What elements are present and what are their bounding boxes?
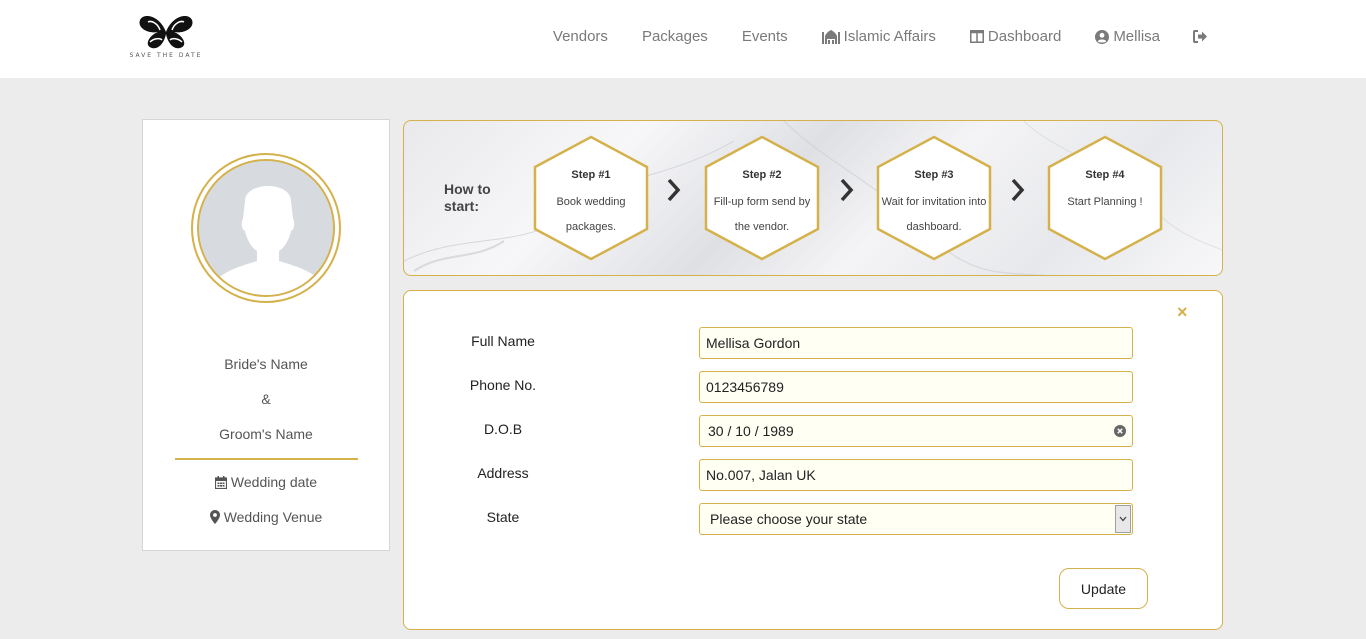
nav-vendors[interactable]: Vendors — [553, 28, 608, 45]
wedding-venue-label: Wedding Venue — [223, 509, 323, 525]
logout-button[interactable] — [1193, 30, 1212, 43]
step-2: Step #2 Fill-up form send by the vendor. — [704, 135, 820, 261]
dropdown-button[interactable] — [1115, 505, 1131, 533]
nav-label: Packages — [641, 28, 708, 45]
step-text: Fill-up form send by the vendor. — [713, 196, 811, 233]
step-title: Step #3 — [914, 169, 954, 181]
avatar-ring — [191, 153, 341, 303]
step-text: Start Planning ! — [1067, 196, 1143, 208]
divider — [175, 458, 358, 460]
nav-label: Vendors — [552, 28, 608, 45]
phone-input[interactable]: 0123456789 — [699, 371, 1133, 403]
nav-packages[interactable]: Packages — [642, 28, 708, 45]
chevron-right-icon — [840, 178, 854, 202]
step-title: Step #1 — [571, 169, 611, 181]
save-the-date-logo[interactable]: SAVE THE DATE — [126, 12, 206, 64]
dob-label: D.O.B — [483, 421, 523, 437]
step-text: Book wedding packages. — [556, 196, 626, 233]
full-name-value: Mellisa Gordon — [706, 335, 801, 351]
step-title: Step #4 — [1085, 169, 1125, 181]
top-navbar: SAVE THE DATE Vendors Packages Events Is… — [0, 0, 1366, 78]
avatar[interactable] — [197, 159, 335, 297]
chevron-down-icon — [1119, 516, 1127, 522]
groom-name: Groom's Name — [219, 426, 313, 442]
wedding-date-label: Wedding date — [230, 474, 318, 490]
step-1: Step #1 Book wedding packages. — [533, 135, 649, 261]
nav-label: Islamic Affairs — [843, 28, 936, 45]
logout-icon — [1193, 30, 1207, 43]
step-title: Step #2 — [742, 169, 782, 181]
state-selected-value: Please choose your state — [710, 511, 868, 527]
nav-dashboard[interactable]: Dashboard — [969, 28, 1062, 45]
wedding-venue: Wedding Venue — [143, 509, 389, 525]
default-user-silhouette — [199, 161, 333, 295]
nav-events[interactable]: Events — [742, 28, 788, 45]
profile-card: Bride's Name & Groom's Name Wedding date… — [142, 119, 390, 551]
clear-icon[interactable] — [1114, 425, 1126, 437]
nav-islamic-affairs[interactable]: Islamic Affairs — [821, 28, 936, 45]
main-nav: Vendors Packages Events Islamic Affairs … — [519, 28, 1212, 45]
phone-label: Phone No. — [469, 377, 537, 393]
user-icon — [1095, 29, 1110, 44]
address-input[interactable]: No.007, Jalan UK — [699, 459, 1133, 491]
step-4: Step #4 Start Planning ! — [1047, 135, 1163, 261]
step-text: Wait for invitation into dashboard. — [881, 196, 987, 233]
dob-input[interactable]: 30 / 10 / 1989 — [699, 415, 1133, 447]
address-value: No.007, Jalan UK — [706, 467, 816, 483]
state-select[interactable]: Please choose your state — [699, 503, 1133, 535]
full-name-label: Full Name — [471, 333, 535, 349]
dashboard-icon — [969, 30, 984, 43]
calendar-icon — [214, 475, 227, 489]
update-button[interactable]: Update — [1059, 568, 1148, 609]
state-label: State — [486, 509, 520, 525]
phone-value: 0123456789 — [706, 379, 784, 395]
butterfly-icon — [139, 16, 193, 49]
nav-label: Mellisa — [1113, 28, 1160, 45]
profile-form: × Full Name Mellisa Gordon Phone No. 012… — [403, 290, 1223, 630]
full-name-input[interactable]: Mellisa Gordon — [699, 327, 1133, 359]
step-3: Step #3 Wait for invitation into dashboa… — [876, 135, 992, 261]
bride-name: Bride's Name — [224, 356, 308, 372]
nav-label: Dashboard — [987, 28, 1062, 45]
address-label: Address — [477, 465, 529, 481]
dob-value: 30 / 10 / 1989 — [708, 423, 794, 439]
close-button[interactable]: × — [1177, 302, 1188, 323]
how-to-start-banner: How to start: Step #1 Book wedding packa… — [403, 120, 1223, 276]
how-to-start-label: How to start: — [444, 181, 491, 214]
wedding-date: Wedding date — [143, 474, 389, 490]
nav-label: Events — [741, 28, 788, 45]
nav-user-profile[interactable]: Mellisa — [1095, 28, 1160, 45]
mosque-icon — [821, 30, 840, 44]
map-marker-icon — [209, 510, 220, 524]
chevron-right-icon — [1011, 178, 1025, 202]
chevron-right-icon — [667, 178, 681, 202]
ampersand: & — [261, 391, 271, 407]
logo-text: SAVE THE DATE — [129, 52, 203, 59]
